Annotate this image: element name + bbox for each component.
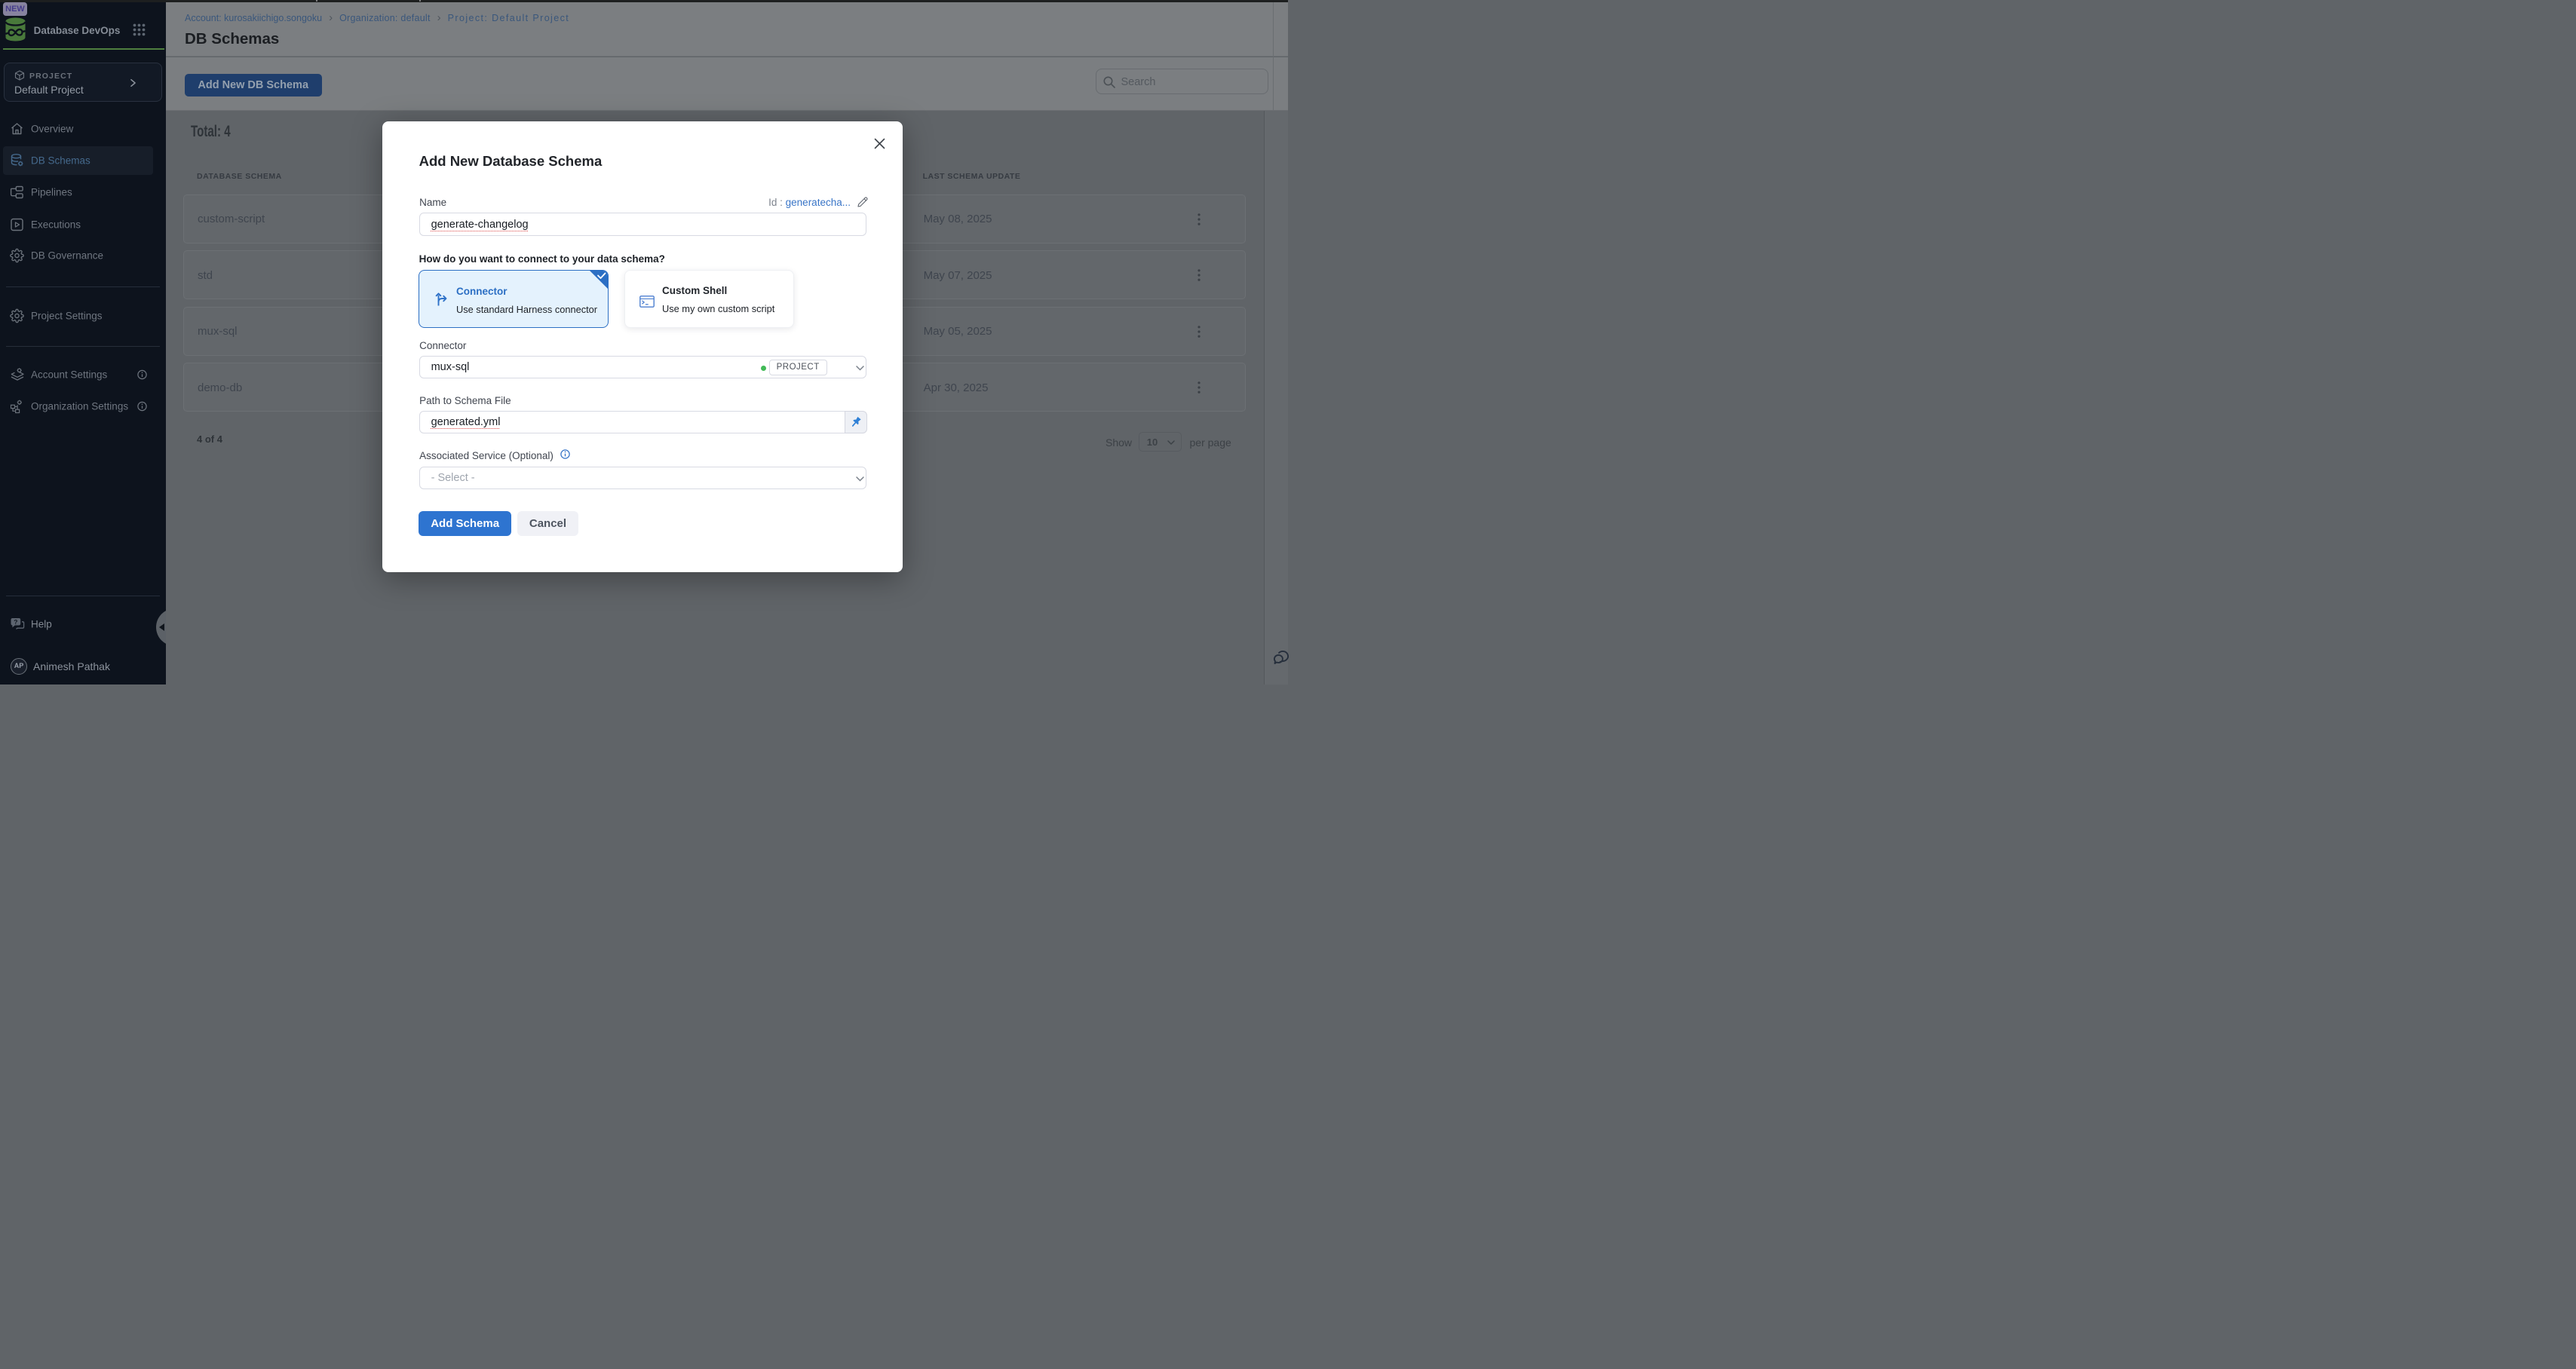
svg-text:?: ?: [14, 618, 17, 626]
